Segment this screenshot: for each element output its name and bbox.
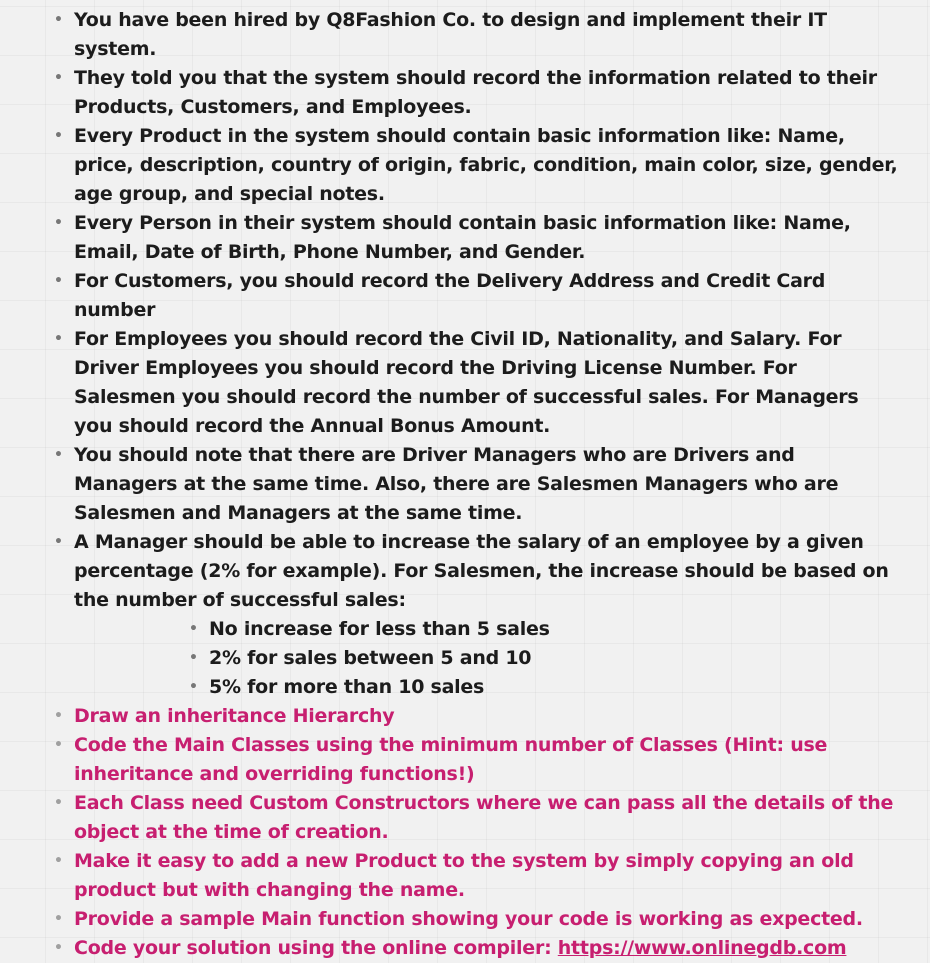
- list-item-text: A Manager should be able to increase the…: [74, 531, 889, 611]
- bullet-icon: •: [189, 621, 198, 637]
- bullet-icon: •: [54, 331, 63, 347]
- task-item: • Each Class need Custom Constructors whe…: [0, 789, 930, 847]
- task-item-text: Make it easy to add a new Product to the…: [74, 850, 854, 901]
- list-item: • For Employees you should record the Civ…: [0, 325, 930, 441]
- bullet-icon: •: [54, 795, 63, 811]
- task-item: • Code your solution using the online com…: [0, 934, 930, 963]
- list-item: • They told you that the system should re…: [0, 64, 930, 122]
- task-item: • Make it easy to add a new Product to th…: [0, 847, 930, 905]
- list-item-text: You should note that there are Driver Ma…: [74, 444, 839, 524]
- bullet-icon: •: [54, 12, 63, 28]
- bullet-icon: •: [54, 70, 63, 86]
- task-item-text: Provide a sample Main function showing y…: [74, 908, 863, 930]
- assignment-document: • You have been hired by Q8Fashion Co. to…: [0, 0, 930, 963]
- task-item: • Draw an inheritance Hierarchy: [0, 702, 930, 731]
- sub-list-item: • No increase for less than 5 sales: [74, 615, 902, 644]
- bullet-icon: •: [54, 911, 63, 927]
- bullet-icon: •: [189, 679, 198, 695]
- list-item-text: They told you that the system should rec…: [74, 67, 877, 118]
- list-item: • Every Person in their system should con…: [0, 209, 930, 267]
- task-item-text: Code your solution using the online comp…: [74, 937, 558, 959]
- list-item-text: For Customers, you should record the Del…: [74, 270, 826, 321]
- task-item-text: Code the Main Classes using the minimum …: [74, 734, 828, 785]
- sub-list-item: • 2% for sales between 5 and 10: [74, 644, 902, 673]
- requirements-list: • You have been hired by Q8Fashion Co. to…: [0, 6, 930, 963]
- task-item: • Provide a sample Main function showing …: [0, 905, 930, 934]
- bullet-icon: •: [189, 650, 198, 666]
- list-item: • A Manager should be able to increase th…: [0, 528, 930, 702]
- bullet-icon: •: [54, 940, 63, 956]
- list-item-text: You have been hired by Q8Fashion Co. to …: [74, 9, 827, 60]
- list-item: • You have been hired by Q8Fashion Co. to…: [0, 6, 930, 64]
- bullet-icon: •: [54, 273, 63, 289]
- list-item: • For Customers, you should record the De…: [0, 267, 930, 325]
- salary-increase-rules: • No increase for less than 5 sales • 2% f…: [74, 615, 902, 702]
- bullet-icon: •: [54, 128, 63, 144]
- sub-list-item-text: No increase for less than 5 sales: [209, 618, 550, 640]
- task-item: • Code the Main Classes using the minimum…: [0, 731, 930, 789]
- task-item-text: Draw an inheritance Hierarchy: [74, 705, 395, 727]
- bullet-icon: •: [54, 215, 63, 231]
- bullet-icon: •: [54, 708, 63, 724]
- list-item: • Every Product in the system should cont…: [0, 122, 930, 209]
- bullet-icon: •: [54, 853, 63, 869]
- list-item-text: Every Person in their system should cont…: [74, 212, 851, 263]
- bullet-icon: •: [54, 534, 63, 550]
- list-item-text: Every Product in the system should conta…: [74, 125, 898, 205]
- sub-list-item-text: 5% for more than 10 sales: [209, 676, 485, 698]
- list-item-text: For Employees you should record the Civi…: [74, 328, 859, 437]
- task-item-text: Each Class need Custom Constructors wher…: [74, 792, 894, 843]
- list-item: • You should note that there are Driver M…: [0, 441, 930, 528]
- bullet-icon: •: [54, 447, 63, 463]
- onlinegdb-link[interactable]: https://www.onlinegdb.com: [558, 937, 847, 959]
- bullet-icon: •: [54, 737, 63, 753]
- sub-list-item: • 5% for more than 10 sales: [74, 673, 902, 702]
- sub-list-item-text: 2% for sales between 5 and 10: [209, 647, 532, 669]
